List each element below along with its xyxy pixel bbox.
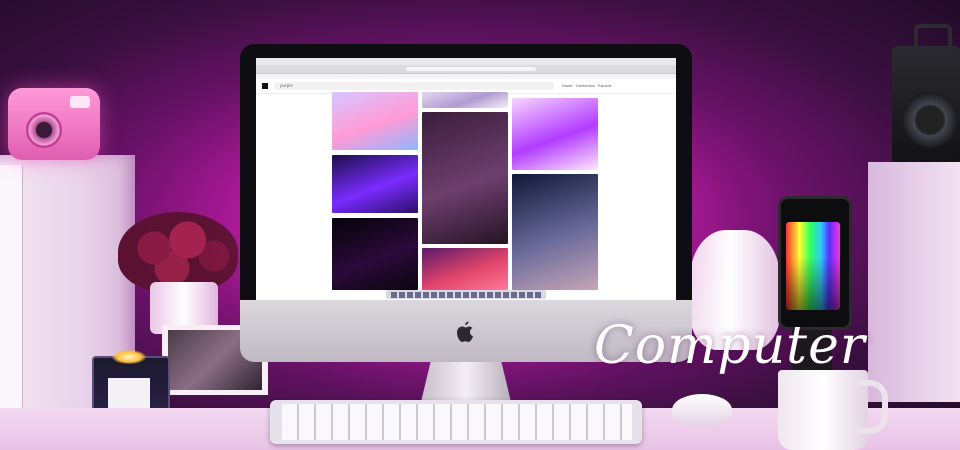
tile-freedom-neon <box>332 218 418 290</box>
site-logo <box>262 83 268 89</box>
tile-leaves-dark <box>422 112 508 244</box>
candle-flame <box>112 350 146 364</box>
right-box <box>868 162 960 402</box>
camera-flash <box>70 96 90 108</box>
photo-scene: purple Home · Collections · Explore Comp… <box>0 0 960 450</box>
mug-handle <box>858 380 888 434</box>
tile-night-lake <box>512 174 598 290</box>
mac-dock <box>386 290 546 299</box>
apple-logo-icon <box>457 321 473 342</box>
address-bar <box>406 67 536 71</box>
tile-magenta-sky <box>422 248 508 290</box>
tile-top-smoke <box>422 92 508 108</box>
computer-mouse <box>672 394 732 426</box>
tile-smoke-pastel <box>332 92 418 150</box>
speaker-cone <box>902 92 958 148</box>
site-search-input: purple <box>274 82 554 90</box>
tile-violet-lights <box>332 155 418 213</box>
candle-label <box>108 378 150 408</box>
coffee-mug <box>778 370 868 450</box>
keyboard-keys <box>282 404 632 440</box>
search-query: purple <box>280 83 293 88</box>
tile-purple-ink <box>512 98 598 170</box>
cabinet-door <box>0 165 23 415</box>
imac-screen: purple Home · Collections · Explore <box>256 58 676 300</box>
caption-title: Computer <box>594 316 866 376</box>
phone-color-picker-screen <box>786 222 840 310</box>
camera-lens <box>26 112 62 148</box>
flower-bouquet <box>118 212 238 292</box>
mac-menu-bar <box>256 58 676 65</box>
site-nav: Home · Collections · Explore <box>562 84 612 88</box>
